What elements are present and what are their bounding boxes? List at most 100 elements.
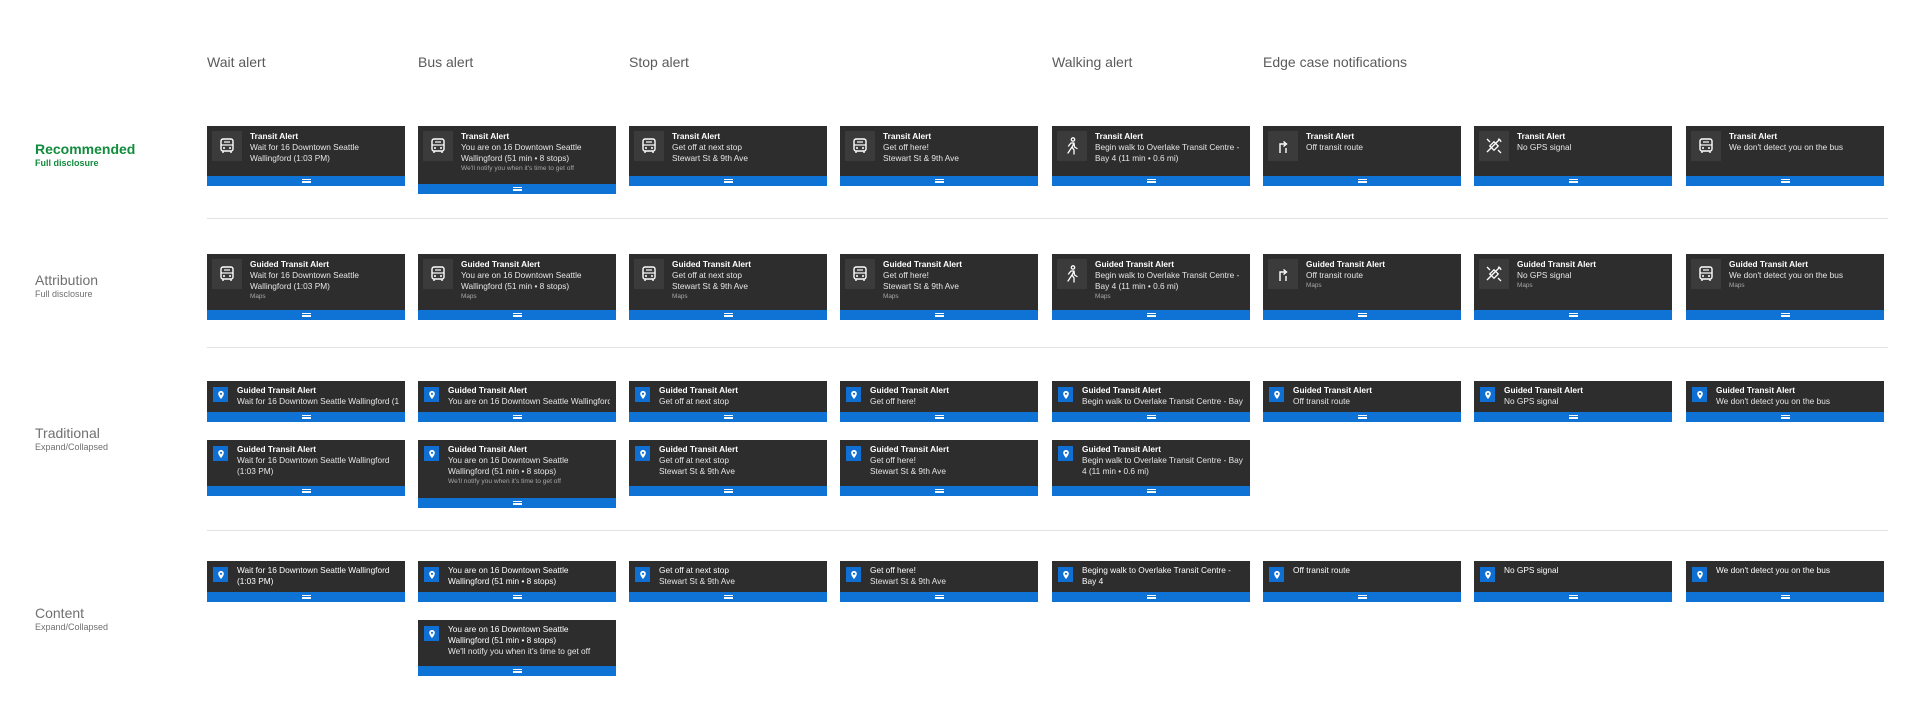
row-label-attribution: Attribution Full disclosure bbox=[35, 272, 98, 299]
toast-notification[interactable]: Guided Transit Alert Off transit route bbox=[1263, 381, 1461, 422]
grip-icon bbox=[1146, 179, 1156, 183]
expand-handle[interactable] bbox=[1474, 592, 1672, 602]
toast-title: Guided Transit Alert bbox=[1716, 385, 1795, 395]
toast-text: Stewart St & 9th Ave bbox=[870, 466, 946, 476]
toast-notification[interactable]: Transit Alert Get off here! Stewart St & 9… bbox=[840, 126, 1038, 186]
toast-notification[interactable]: Guided Transit Alert Get off at next stop… bbox=[629, 440, 827, 496]
expand-handle[interactable] bbox=[1686, 412, 1884, 422]
expand-handle[interactable] bbox=[629, 310, 827, 320]
toast-notification[interactable]: Guided Transit Alert Wait for 16 Downtown… bbox=[207, 440, 405, 496]
expand-handle[interactable] bbox=[207, 176, 405, 186]
expand-handle[interactable] bbox=[629, 176, 827, 186]
toast-notification[interactable]: Guided Transit Alert Get off at next stop bbox=[629, 381, 827, 422]
expand-handle[interactable] bbox=[207, 310, 405, 320]
toast-body: Guided Transit Alert You are on 16 Downto… bbox=[448, 444, 610, 498]
toast-notification[interactable]: Transit Alert You are on 16 Downtown Seat… bbox=[418, 126, 616, 194]
expand-handle[interactable] bbox=[1263, 412, 1461, 422]
toast-notification[interactable]: You are on 16 Downtown Seattle Wallingfo… bbox=[418, 620, 616, 676]
expand-handle[interactable] bbox=[418, 498, 616, 508]
expand-handle[interactable] bbox=[418, 310, 616, 320]
toast-notification[interactable]: Guided Transit Alert No GPS signal bbox=[1474, 381, 1672, 422]
toast-notification[interactable]: Guided Transit Alert We don't detect you … bbox=[1686, 254, 1884, 320]
toast-notification[interactable]: Guided Transit Alert Wait for 16 Downtown… bbox=[207, 381, 405, 422]
expand-handle[interactable] bbox=[1686, 310, 1884, 320]
expand-handle[interactable] bbox=[1686, 592, 1884, 602]
toast-notification[interactable]: Transit Alert Begin walk to Overlake Tran… bbox=[1052, 126, 1250, 186]
expand-handle[interactable] bbox=[207, 412, 405, 422]
expand-handle[interactable] bbox=[840, 310, 1038, 320]
expand-handle[interactable] bbox=[1052, 592, 1250, 602]
toast-notification[interactable]: Off transit route bbox=[1263, 561, 1461, 602]
toast-notification[interactable]: Guided Transit Alert Get off here! Stewart… bbox=[840, 254, 1038, 320]
toast-notification[interactable]: No GPS signal bbox=[1474, 561, 1672, 602]
toast-notification[interactable]: Guided Transit Alert Get off here! Stewart… bbox=[840, 440, 1038, 496]
expand-handle[interactable] bbox=[629, 592, 827, 602]
grip-icon bbox=[723, 595, 733, 599]
expand-handle[interactable] bbox=[207, 592, 405, 602]
expand-handle[interactable] bbox=[840, 176, 1038, 186]
toast-text: You are on 16 Downtown Seattle Wallingfo… bbox=[448, 396, 610, 406]
grip-icon bbox=[1780, 313, 1790, 317]
expand-handle[interactable] bbox=[1052, 486, 1250, 496]
expand-handle[interactable] bbox=[840, 486, 1038, 496]
expand-handle[interactable] bbox=[1052, 412, 1250, 422]
toast-notification[interactable]: We don't detect you on the bus bbox=[1686, 561, 1884, 602]
expand-handle[interactable] bbox=[418, 184, 616, 194]
toast-notification[interactable]: Transit Alert We don't detect you on the … bbox=[1686, 126, 1884, 186]
expand-handle[interactable] bbox=[418, 412, 616, 422]
toast-title: Guided Transit Alert bbox=[448, 385, 527, 395]
expand-handle[interactable] bbox=[1263, 592, 1461, 602]
expand-handle[interactable] bbox=[1263, 176, 1461, 186]
row-divider bbox=[207, 218, 1888, 219]
toast-notification[interactable]: Guided Transit Alert No GPS signal Maps bbox=[1474, 254, 1672, 320]
expand-handle[interactable] bbox=[418, 592, 616, 602]
toast-notification[interactable]: Guided Transit Alert Begin walk to Overla… bbox=[1052, 440, 1250, 496]
toast-text: Get off here! bbox=[870, 455, 916, 465]
expand-handle[interactable] bbox=[418, 666, 616, 676]
toast-notification[interactable]: Guided Transit Alert You are on 16 Downto… bbox=[418, 381, 616, 422]
expand-handle[interactable] bbox=[207, 486, 405, 496]
toast-body: Transit Alert No GPS signal bbox=[1517, 131, 1666, 176]
toast-notification[interactable]: Guided Transit Alert You are on 16 Downto… bbox=[418, 254, 616, 320]
toast-text: Stewart St & 9th Ave bbox=[672, 153, 748, 163]
toast-text: Stewart St & 9th Ave bbox=[883, 153, 959, 163]
expand-handle[interactable] bbox=[840, 412, 1038, 422]
toast-text: Get off at next stop bbox=[672, 270, 742, 280]
expand-handle[interactable] bbox=[1263, 310, 1461, 320]
expand-handle[interactable] bbox=[840, 592, 1038, 602]
toast-body: Guided Transit Alert Get off here! bbox=[870, 385, 1032, 412]
toast-notification[interactable]: Get off at next stop Stewart St & 9th Ave bbox=[629, 561, 827, 602]
toast-title: Wait for 16 Downtown Seattle Wallingford… bbox=[237, 565, 390, 586]
expand-handle[interactable] bbox=[629, 412, 827, 422]
toast-notification[interactable]: Guided Transit Alert Get off here! bbox=[840, 381, 1038, 422]
expand-handle[interactable] bbox=[1052, 310, 1250, 320]
toast-notification[interactable]: Beging walk to Overlake Transit Centre -… bbox=[1052, 561, 1250, 602]
toast-notification[interactable]: Get off here! Stewart St & 9th Ave bbox=[840, 561, 1038, 602]
toast-body: Guided Transit Alert Wait for 16 Downtown… bbox=[237, 444, 399, 486]
toast-notification[interactable]: Guided Transit Alert You are on 16 Downto… bbox=[418, 440, 616, 508]
toast-notification[interactable]: Guided Transit Alert Get off at next stop… bbox=[629, 254, 827, 320]
toast-notification[interactable]: Guided Transit Alert Off transit route Map… bbox=[1263, 254, 1461, 320]
toast-notification[interactable]: Guided Transit Alert Wait for 16 Downtown… bbox=[207, 254, 405, 320]
toast-notification[interactable]: You are on 16 Downtown Seattle Wallingfo… bbox=[418, 561, 616, 602]
row-subtitle: Expand/Collapsed bbox=[35, 442, 109, 452]
expand-handle[interactable] bbox=[1686, 176, 1884, 186]
grip-icon bbox=[301, 489, 311, 493]
expand-handle[interactable] bbox=[629, 486, 827, 496]
grip-icon bbox=[934, 179, 944, 183]
expand-handle[interactable] bbox=[1474, 176, 1672, 186]
expand-handle[interactable] bbox=[1474, 310, 1672, 320]
toast-notification[interactable]: Transit Alert Wait for 16 Downtown Seattl… bbox=[207, 126, 405, 186]
toast-notification[interactable]: Guided Transit Alert Begin walk to Overla… bbox=[1052, 254, 1250, 320]
toast-title: Transit Alert bbox=[672, 131, 721, 141]
toast-notification[interactable]: Guided Transit Alert Begin walk to Overla… bbox=[1052, 381, 1250, 422]
toast-notification[interactable]: Transit Alert Off transit route bbox=[1263, 126, 1461, 186]
expand-handle[interactable] bbox=[1474, 412, 1672, 422]
toast-body: Transit Alert Begin walk to Overlake Tran… bbox=[1095, 131, 1244, 176]
toast-notification[interactable]: Transit Alert No GPS signal bbox=[1474, 126, 1672, 186]
toast-notification[interactable]: Transit Alert Get off at next stop Stewart… bbox=[629, 126, 827, 186]
toast-body: Guided Transit Alert We don't detect you … bbox=[1729, 259, 1878, 310]
expand-handle[interactable] bbox=[1052, 176, 1250, 186]
toast-notification[interactable]: Wait for 16 Downtown Seattle Wallingford… bbox=[207, 561, 405, 602]
toast-notification[interactable]: Guided Transit Alert We don't detect you … bbox=[1686, 381, 1884, 422]
